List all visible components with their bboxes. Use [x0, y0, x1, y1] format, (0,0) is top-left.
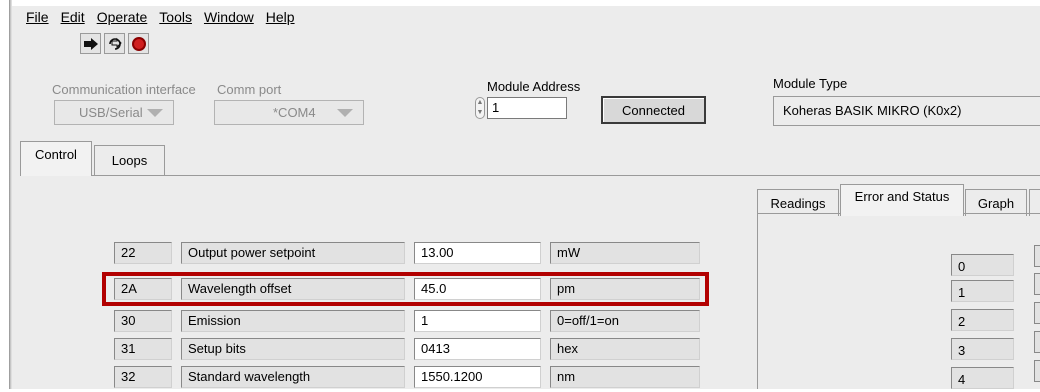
tab-more-partial[interactable] [1029, 189, 1040, 216]
status-value-cell [1034, 360, 1040, 382]
register-name: Emission [181, 310, 405, 332]
window-frame-edge [9, 0, 12, 389]
abort-stop-icon [131, 36, 146, 51]
register-unit: hex [550, 338, 700, 360]
status-index: 2 [951, 309, 1014, 331]
status-index: 4 [951, 367, 1014, 389]
comm-interface-ring[interactable]: USB/Serial [54, 100, 174, 125]
tab-loops-label: Loops [111, 153, 148, 168]
menu-file[interactable]: File [26, 9, 49, 25]
tab-graph-label: Graph [977, 195, 1015, 211]
highlight-box [102, 272, 709, 306]
register-name: Standard wavelength [181, 366, 405, 388]
chevron-down-icon [147, 109, 163, 117]
register-address: 22 [114, 242, 172, 264]
status-value-cell [1034, 273, 1040, 295]
connected-button[interactable]: Connected [601, 96, 706, 124]
run-continuously-icon [108, 37, 122, 50]
menu-operate[interactable]: Operate [97, 9, 148, 25]
menu-window[interactable]: Window [204, 9, 254, 25]
register-address: 31 [114, 338, 172, 360]
status-index: 0 [951, 254, 1014, 276]
tab-readings[interactable]: Readings [757, 189, 839, 216]
tab-control-label: Control [35, 146, 77, 162]
toolbar [80, 33, 149, 54]
register-address: 30 [114, 310, 172, 332]
comm-interface-label: Communication interface [52, 82, 196, 97]
menu-bar: File Edit Operate Tools Window Help [12, 6, 1040, 28]
register-value-field[interactable]: 1550.1200 [414, 366, 541, 388]
tab-control[interactable]: Control [20, 141, 92, 176]
register-value-field[interactable]: 0413 [414, 338, 541, 360]
register-value-field[interactable]: 1 [414, 310, 541, 332]
comm-port-value: *COM4 [273, 105, 316, 120]
register-name: Setup bits [181, 338, 405, 360]
tab-panel-border [20, 175, 1040, 176]
register-value-field[interactable]: 13.00 [414, 242, 541, 264]
run-button[interactable] [80, 33, 101, 54]
menu-tools[interactable]: Tools [159, 9, 192, 25]
tab-graph[interactable]: Graph [965, 189, 1027, 216]
register-name: Output power setpoint [181, 242, 405, 264]
register-unit: mW [550, 242, 700, 264]
register-unit: 0=off/1=on [550, 310, 700, 332]
menu-edit[interactable]: Edit [61, 9, 85, 25]
register-address: 32 [114, 366, 172, 388]
menu-help[interactable]: Help [266, 9, 295, 25]
run-arrow-icon [83, 37, 98, 50]
module-type-indicator: Koheras BASIK MIKRO (K0x2) [773, 96, 1040, 126]
tab-error-and-status[interactable]: Error and Status [840, 184, 964, 216]
comm-interface-value: USB/Serial [79, 105, 143, 120]
module-type-label: Module Type [773, 76, 848, 91]
tab-loops[interactable]: Loops [94, 145, 165, 175]
status-index: 3 [951, 338, 1014, 360]
status-value-cell [1034, 331, 1040, 353]
status-value-cell [1034, 245, 1040, 267]
status-value-cell [1034, 302, 1040, 324]
run-continuously-button[interactable] [104, 33, 125, 54]
tab-readings-label: Readings [770, 195, 826, 211]
module-address-label: Module Address [487, 79, 581, 94]
abort-button[interactable] [128, 33, 149, 54]
chevron-down-icon [337, 109, 353, 117]
comm-port-ring[interactable]: *COM4 [214, 100, 364, 125]
status-index: 1 [951, 280, 1014, 302]
module-address-field[interactable]: 1 [487, 97, 567, 119]
register-unit: nm [550, 366, 700, 388]
tab-error-and-status-label: Error and Status [854, 189, 950, 204]
comm-port-label: Comm port [217, 82, 282, 97]
address-stepper[interactable]: ▲ ▼ [475, 97, 485, 119]
window-left-margin [0, 0, 9, 389]
